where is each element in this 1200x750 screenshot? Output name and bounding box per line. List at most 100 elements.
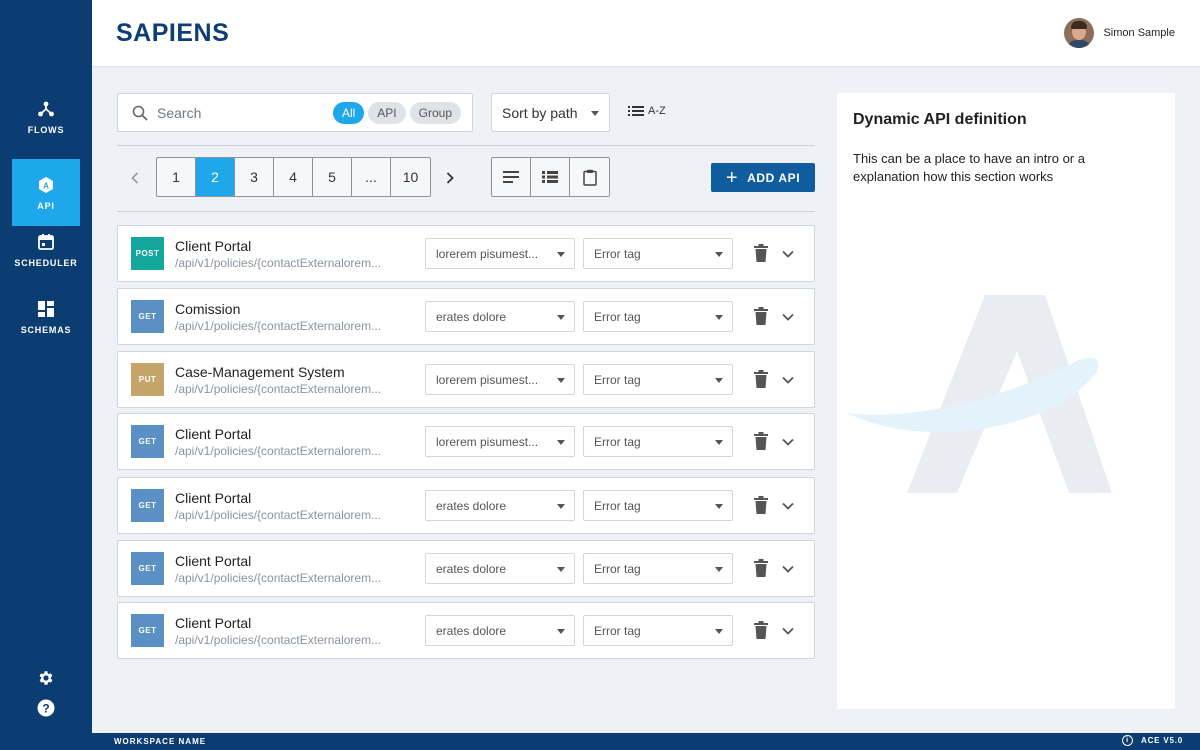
api-row[interactable]: GET Client Portal/api/v1/policies/{contac…: [117, 477, 815, 534]
add-api-button[interactable]: + ADD API: [711, 163, 815, 192]
group-select-value: erates dolore: [436, 561, 507, 576]
header: SAPIENS Simon Sample: [92, 0, 1200, 67]
page-button[interactable]: 3: [235, 158, 274, 196]
sidebar-item-schemas[interactable]: SCHEMAS: [12, 283, 80, 350]
delete-icon[interactable]: [754, 307, 768, 325]
method-badge: GET: [131, 552, 164, 585]
chevron-down-icon: [715, 378, 723, 383]
search-filter-chips: All API Group: [329, 102, 461, 124]
api-row[interactable]: GET Client Portal/api/v1/policies/{contac…: [117, 540, 815, 597]
error-tag-select[interactable]: Error tag: [583, 301, 733, 332]
panel-description: This can be a place to have an intro or …: [853, 151, 1085, 184]
filter-chip-group[interactable]: Group: [409, 102, 461, 124]
group-select[interactable]: erates dolore: [425, 553, 575, 584]
delete-icon[interactable]: [754, 244, 768, 262]
error-tag-select[interactable]: Error tag: [583, 364, 733, 395]
method-badge: GET: [131, 300, 164, 333]
delete-icon[interactable]: [754, 432, 768, 450]
error-tag-select-value: Error tag: [594, 309, 641, 324]
delete-icon[interactable]: [754, 370, 768, 388]
error-tag-select[interactable]: Error tag: [583, 238, 733, 269]
list-compact-icon[interactable]: [492, 158, 531, 196]
chevron-down-icon: [557, 315, 565, 320]
group-select-value: lorerem pisumest...: [436, 246, 539, 261]
error-tag-select[interactable]: Error tag: [583, 426, 733, 457]
delete-icon[interactable]: [754, 496, 768, 514]
api-path: /api/v1/policies/{contactExternalorem...: [175, 319, 382, 333]
sort-order-label: A-Z: [648, 105, 666, 117]
chevron-down-icon: [557, 252, 565, 257]
api-row[interactable]: GET Comission/api/v1/policies/{contactExt…: [117, 288, 815, 345]
api-name: Client Portal: [175, 615, 252, 631]
api-path: /api/v1/policies/{contactExternalorem...: [175, 382, 382, 396]
method-badge: GET: [131, 614, 164, 647]
sort-select[interactable]: Sort by path: [491, 93, 610, 132]
pagination: 1 2 3 4 5 ... 10: [156, 157, 431, 197]
filter-chip-all[interactable]: All: [332, 102, 365, 124]
page-button-current[interactable]: 2: [196, 158, 235, 196]
expand-chevron-icon[interactable]: [781, 310, 795, 324]
expand-chevron-icon[interactable]: [781, 499, 795, 513]
sidebar-item-flows[interactable]: FLOWS: [12, 83, 80, 150]
group-select[interactable]: lorerem pisumest...: [425, 426, 575, 457]
page-button[interactable]: 1: [157, 158, 196, 196]
delete-icon[interactable]: [754, 621, 768, 639]
pager-prev-icon[interactable]: [128, 171, 142, 185]
list-detailed-icon[interactable]: [531, 158, 570, 196]
error-tag-select[interactable]: Error tag: [583, 553, 733, 584]
group-select[interactable]: lorerem pisumest...: [425, 364, 575, 395]
expand-chevron-icon[interactable]: [781, 435, 795, 449]
pager-next-icon[interactable]: [443, 171, 457, 185]
logo-text: SAPIENS: [116, 18, 230, 47]
page-button[interactable]: 10: [391, 158, 430, 196]
user-name: Simon Sample: [1103, 27, 1175, 39]
filter-chip-api[interactable]: API: [368, 102, 406, 124]
group-select[interactable]: erates dolore: [425, 490, 575, 521]
page-ellipsis[interactable]: ...: [352, 158, 391, 196]
group-select-value: erates dolore: [436, 498, 507, 513]
chevron-down-icon: [715, 629, 723, 634]
user-menu[interactable]: Simon Sample: [1064, 18, 1175, 48]
method-badge: PUT: [131, 363, 164, 396]
error-tag-select[interactable]: Error tag: [583, 615, 733, 646]
search-box: All API Group: [117, 93, 473, 132]
api-name: Client Portal: [175, 426, 252, 442]
sidebar-item-label: SCHEMAS: [20, 324, 72, 335]
api-row[interactable]: GET Client Portal/api/v1/policies/{contac…: [117, 602, 815, 659]
method-badge: GET: [131, 489, 164, 522]
error-tag-select-value: Error tag: [594, 434, 641, 449]
settings-icon[interactable]: [36, 668, 56, 688]
svg-text:?: ?: [42, 702, 49, 716]
chevron-down-icon: [715, 440, 723, 445]
expand-chevron-icon[interactable]: [781, 373, 795, 387]
list-icon: [628, 106, 644, 116]
api-icon: A: [36, 175, 56, 195]
api-row[interactable]: POST Client Portal/api/v1/policies/{conta…: [117, 225, 815, 282]
expand-chevron-icon[interactable]: [781, 624, 795, 638]
delete-icon[interactable]: [754, 559, 768, 577]
sidebar-item-scheduler[interactable]: SCHEDULER: [12, 216, 80, 283]
add-api-label: ADD API: [747, 170, 801, 185]
group-select[interactable]: erates dolore: [425, 301, 575, 332]
error-tag-select-value: Error tag: [594, 246, 641, 261]
page-button[interactable]: 5: [313, 158, 352, 196]
group-select[interactable]: erates dolore: [425, 615, 575, 646]
sort-order-toggle[interactable]: A-Z: [628, 105, 666, 117]
chevron-down-icon: [557, 567, 565, 572]
api-row[interactable]: GET Client Portal/api/v1/policies/{contac…: [117, 413, 815, 470]
api-name: Client Portal: [175, 238, 252, 254]
api-path: /api/v1/policies/{contactExternalorem...: [175, 256, 382, 270]
info-icon: i: [1122, 735, 1134, 746]
error-tag-select[interactable]: Error tag: [583, 490, 733, 521]
divider: [117, 145, 815, 146]
clipboard-icon[interactable]: [570, 158, 609, 196]
search-input[interactable]: [157, 104, 317, 121]
api-path: /api/v1/policies/{contactExternalorem...: [175, 444, 382, 458]
help-icon[interactable]: ?: [36, 698, 56, 718]
expand-chevron-icon[interactable]: [781, 247, 795, 261]
api-row[interactable]: PUT Case-Management System/api/v1/policie…: [117, 351, 815, 408]
group-select[interactable]: lorerem pisumest...: [425, 238, 575, 269]
expand-chevron-icon[interactable]: [781, 562, 795, 576]
version-info[interactable]: i ACE V5.0: [1122, 735, 1183, 746]
page-button[interactable]: 4: [274, 158, 313, 196]
